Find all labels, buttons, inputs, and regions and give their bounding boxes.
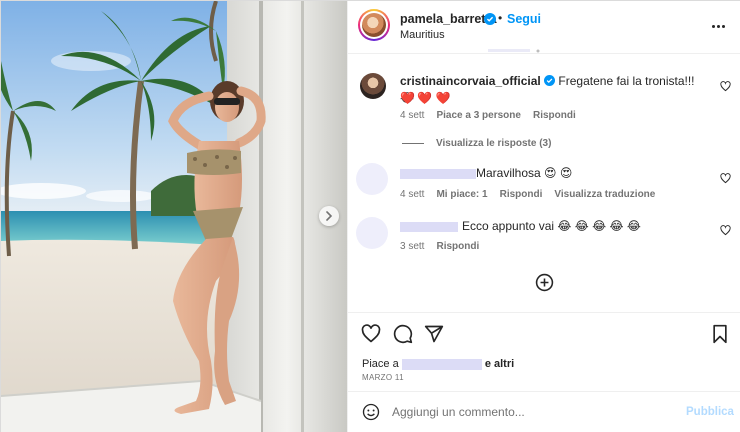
share-icon[interactable] (424, 324, 444, 344)
chevron-right-icon (326, 211, 333, 221)
likes-summary: Piace a e altri (362, 358, 514, 370)
follow-button[interactable]: Segui (507, 12, 541, 26)
redacted-liker (401, 358, 482, 370)
comment-username[interactable]: cristinaincorvaia_official (400, 74, 541, 88)
comment-body: Maravilhosa 😍 😍 (400, 165, 572, 182)
comment-divider (348, 391, 740, 392)
comment-body: cristinaincorvaia_official Fregatene fai… (400, 73, 710, 107)
verified-badge-icon (484, 13, 496, 25)
like-comment-heart-icon[interactable] (720, 225, 731, 236)
view-replies-label: Visualizza le risposte (3) (436, 138, 552, 149)
actions-divider (348, 312, 740, 313)
comment-meta: 3 sett Rispondi (400, 241, 491, 252)
like-comment-heart-icon[interactable] (720, 173, 731, 184)
comment-text: Maravilhosa 😍 😍 (476, 166, 573, 180)
replies-line (402, 143, 424, 144)
next-image-button[interactable] (319, 206, 339, 226)
view-replies-button[interactable]: Visualizza le risposte (3) (402, 138, 551, 149)
comment-text-wrap: ❤️ (400, 91, 415, 105)
post-header: pamela_barretta • Segui Mauritius (348, 1, 740, 53)
likes-prefix: Piace a (362, 358, 399, 370)
likes-others-link[interactable]: e altri (485, 358, 514, 370)
comment-input[interactable] (392, 402, 674, 422)
redacted-username (400, 221, 458, 232)
comment-meta: 4 sett Piace a 3 persone Rispondi (400, 110, 588, 121)
emoji-icon[interactable] (362, 403, 380, 421)
comment-meta: 4 sett Mi piace: 1 Rispondi Visualizza t… (400, 189, 667, 200)
reply-button[interactable]: Rispondi (500, 189, 543, 200)
author-username[interactable]: pamela_barretta (400, 12, 497, 26)
author-avatar[interactable] (358, 9, 390, 41)
comment-time: 3 sett (400, 241, 425, 252)
comment-text: Ecco appunto vai 😂 😂 😂 😂 😂 (462, 219, 641, 233)
comment-avatar-placeholder[interactable] (356, 163, 388, 195)
comment-likes[interactable]: Mi piace: 1 (436, 189, 487, 200)
comment-time: 4 sett (400, 189, 425, 200)
reply-button[interactable]: Rispondi (533, 110, 576, 121)
post-frame: pamela_barretta • Segui Mauritius cristi… (0, 0, 740, 432)
comment-icon[interactable] (393, 324, 413, 344)
comment-avatar[interactable] (360, 73, 386, 99)
comment-time: 4 sett (400, 110, 425, 121)
redacted-username (400, 168, 476, 179)
comment-avatar-placeholder[interactable] (356, 217, 388, 249)
comment-body: Ecco appunto vai 😂 😂 😂 😂 😂 (400, 218, 641, 235)
add-circle-icon[interactable] (535, 273, 554, 292)
post-location[interactable]: Mauritius (400, 29, 445, 41)
more-options-icon[interactable] (710, 19, 726, 33)
verified-badge-icon (544, 75, 556, 86)
heart-icon[interactable] (361, 324, 381, 344)
comment-likes[interactable]: Piace a 3 persone (436, 110, 521, 121)
translate-button[interactable]: Visualizza traduzione (554, 189, 655, 200)
separator-dot: • (498, 11, 503, 25)
like-comment-heart-icon[interactable] (720, 81, 731, 92)
bookmark-icon[interactable] (710, 324, 730, 344)
post-side-panel: pamela_barretta • Segui Mauritius cristi… (347, 1, 740, 432)
publish-button[interactable]: Pubblica (686, 406, 734, 418)
reply-button[interactable]: Rispondi (436, 241, 479, 252)
beach-photo-image (1, 1, 347, 432)
post-date: MARZO 11 (362, 373, 404, 382)
post-photo[interactable] (1, 1, 347, 432)
truncated-caption-fragment (488, 49, 540, 53)
